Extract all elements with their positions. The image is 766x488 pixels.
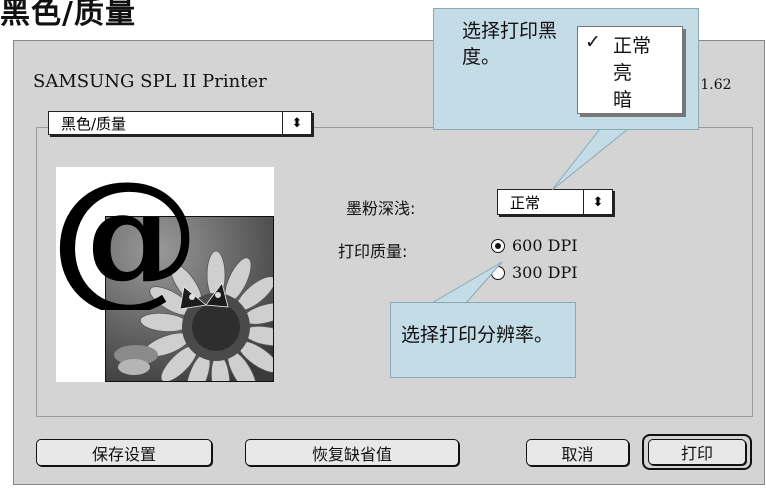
check-icon: ✓ bbox=[585, 31, 601, 53]
cancel-button[interactable]: 取消 bbox=[526, 439, 629, 466]
save-settings-button[interactable]: 保存设置 bbox=[36, 439, 212, 466]
menu-item-label: 暗 bbox=[613, 89, 633, 111]
toner-density-menu: ✓ 正常 亮 暗 bbox=[577, 26, 683, 114]
menu-item-label: 亮 bbox=[613, 62, 633, 84]
menu-item-label: 正常 bbox=[613, 35, 652, 57]
resolution-tip-text: 选择打印分辨率。 bbox=[401, 324, 554, 346]
print-button[interactable]: 打印 bbox=[648, 439, 746, 465]
toner-tip-text: 选择打印黑度。 bbox=[462, 20, 558, 68]
restore-defaults-button[interactable]: 恢复缺省值 bbox=[245, 439, 459, 466]
